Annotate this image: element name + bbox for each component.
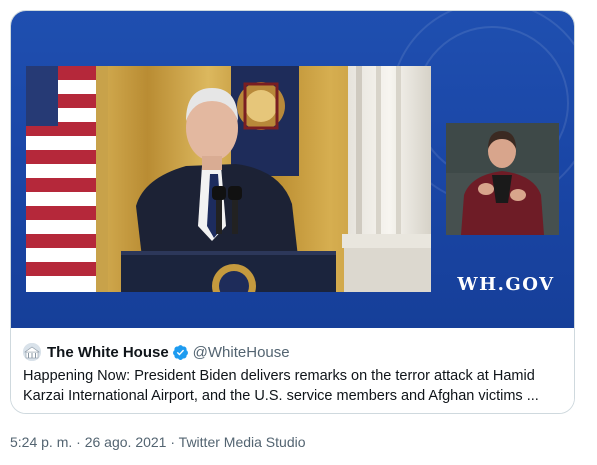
tweet-metadata: 5:24 p. m. · 26 ago. 2021 · Twitter Medi… <box>10 434 306 450</box>
tweet-info[interactable]: The White House @WhiteHouse Happening No… <box>11 328 574 413</box>
account-name[interactable]: The White House <box>47 344 169 361</box>
white-house-avatar[interactable] <box>23 343 41 361</box>
verified-badge-icon <box>172 344 189 361</box>
video-thumbnail[interactable]: WH.GOV <box>11 11 574 328</box>
meta-separator-2: · <box>166 434 179 450</box>
tweet-source[interactable]: Twitter Media Studio <box>179 434 306 450</box>
tweet-time[interactable]: 5:24 p. m. <box>10 434 72 450</box>
wh-gov-logo: WH.GOV <box>457 274 555 295</box>
tweet-text: Happening Now: President Biden delivers … <box>23 368 539 404</box>
tweet-card[interactable]: WH.GOV The White House @WhiteHouse Happe… <box>10 10 575 414</box>
white-house-icon <box>23 343 41 361</box>
sign-language-interpreter <box>446 123 559 235</box>
account-handle[interactable]: @WhiteHouse <box>193 344 290 361</box>
tweet-date[interactable]: 26 ago. 2021 <box>85 434 167 450</box>
account-header[interactable]: The White House @WhiteHouse <box>23 341 290 363</box>
meta-separator: · <box>72 434 85 450</box>
speaker-scene <box>26 66 431 292</box>
interpreter-scene <box>446 123 559 235</box>
speaker-frame <box>26 66 431 292</box>
